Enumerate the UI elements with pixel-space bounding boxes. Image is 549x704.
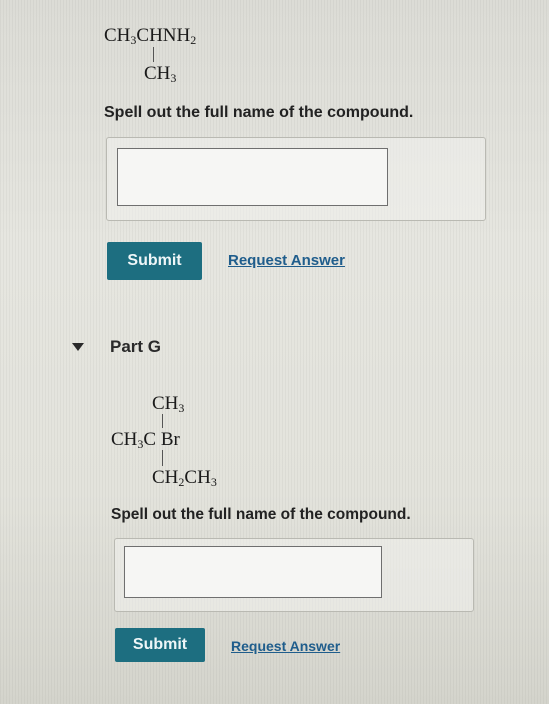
part-g-structure-bottom-branch: CH2CH3 [152,467,217,489]
part-g-answer-input[interactable] [124,546,382,598]
part-g-request-answer-link[interactable]: Request Answer [231,638,340,654]
part-g-title[interactable]: Part G [110,337,161,357]
part-f-submit-button[interactable]: Submit [107,242,202,280]
part-g-bond-bottom [162,450,163,466]
caret-down-icon[interactable] [72,343,84,351]
part-f-answer-input[interactable] [117,148,388,206]
part-f-question: Spell out the full name of the compound. [104,104,414,121]
part-g-structure-top-branch: CH3 [152,393,185,415]
part-g-structure-main: CH3C Br [111,429,180,451]
part-f-structure-main: CH3CHNH2 [104,25,197,47]
part-g-question: Spell out the full name of the compound. [111,506,411,523]
part-f-structure-branch: CH3 [144,63,177,85]
part-f-bond-line [153,47,154,62]
part-f-request-answer-link[interactable]: Request Answer [228,252,345,269]
part-g-bond-top [162,414,163,428]
part-g-submit-button[interactable]: Submit [115,628,205,662]
